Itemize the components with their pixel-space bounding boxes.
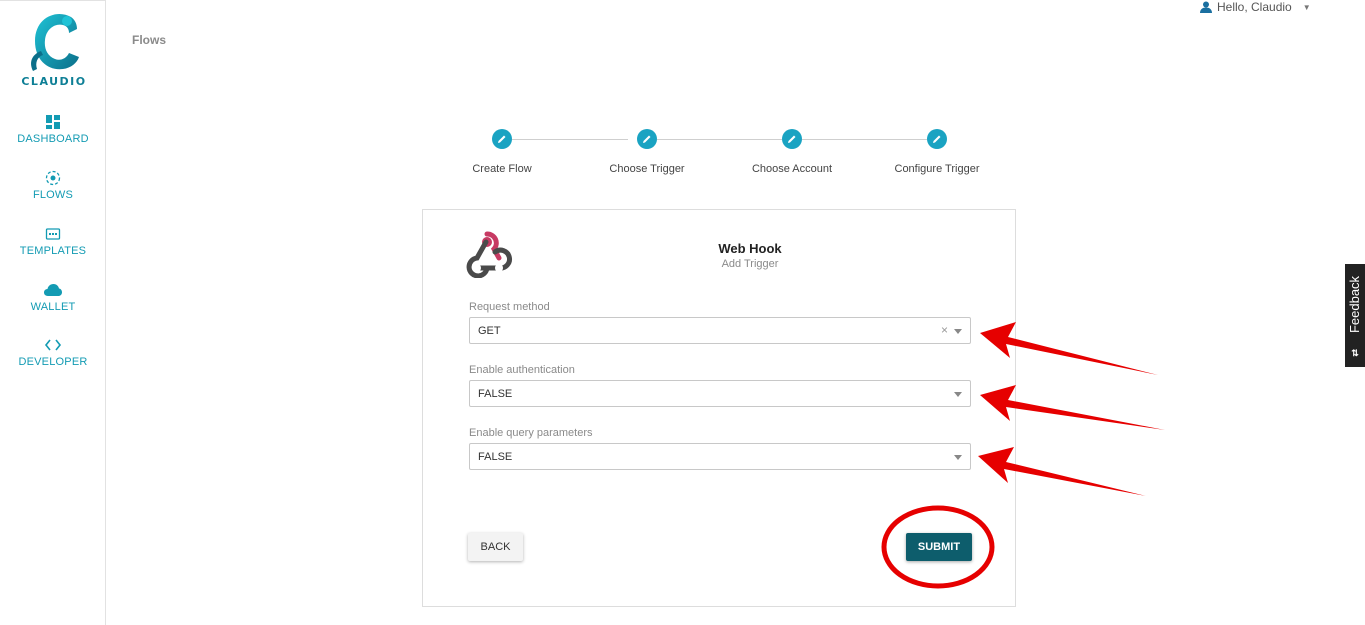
breadcrumb[interactable]: Flows	[132, 33, 166, 47]
card-title: Web Hook	[718, 241, 782, 256]
sidebar-item-flows[interactable]: FLOWS	[0, 169, 106, 201]
card-subtitle: Add Trigger	[721, 258, 779, 270]
sidebar-item-label: DEVELOPER	[18, 356, 88, 368]
clear-icon[interactable]: ×	[941, 323, 948, 337]
step-3-edit-icon[interactable]	[782, 129, 802, 149]
enable-query-parameters-select[interactable]: FALSE	[469, 443, 971, 470]
enable-authentication-select[interactable]: FALSE	[469, 380, 971, 407]
enable-authentication-label: Enable authentication	[469, 364, 575, 376]
step-label-configure-trigger: Configure Trigger	[894, 163, 980, 175]
feedback-label: Feedback	[1347, 275, 1363, 333]
claudio-logo-icon	[31, 14, 79, 71]
sidebar-item-label: DASHBOARD	[17, 133, 89, 145]
sidebar-item-label: TEMPLATES	[19, 245, 87, 257]
cloud-icon	[44, 284, 62, 296]
claudio-logo[interactable]: CLAUDIO	[14, 11, 94, 95]
step-4-edit-icon[interactable]	[927, 129, 947, 149]
trigger-config-card: Web Hook Add Trigger Request method GET …	[422, 209, 1016, 607]
sidebar-item-developer[interactable]: DEVELOPER	[0, 336, 106, 368]
user-greeting: Hello, Claudio	[1217, 0, 1292, 14]
chevron-down-icon: ▼	[1302, 2, 1311, 12]
enable-query-parameters-label: Enable query parameters	[469, 427, 593, 439]
webhook-icon	[466, 231, 512, 278]
step-label-create-flow: Create Flow	[472, 163, 532, 175]
enable-authentication-value: FALSE	[478, 388, 513, 400]
chevron-down-icon[interactable]	[954, 329, 962, 334]
templates-icon	[45, 228, 61, 240]
sidebar-item-label: FLOWS	[32, 189, 74, 201]
step-connector	[802, 139, 927, 140]
chevron-down-icon[interactable]	[954, 392, 962, 397]
step-connector	[512, 139, 628, 140]
feedback-tab[interactable]: Feedback ⇅	[1345, 264, 1365, 367]
submit-button[interactable]: SUBMIT	[906, 533, 972, 561]
step-1-edit-icon[interactable]	[492, 129, 512, 149]
step-2-edit-icon[interactable]	[637, 129, 657, 149]
sidebar-item-wallet[interactable]: WALLET	[0, 281, 106, 313]
code-icon	[44, 339, 62, 351]
sidebar-item-dashboard[interactable]: DASHBOARD	[0, 113, 106, 145]
sidebar-item-templates[interactable]: TEMPLATES	[0, 225, 106, 257]
user-menu[interactable]: Hello, Claudio ▼	[1200, 0, 1311, 14]
back-button[interactable]: BACK	[468, 533, 523, 561]
step-connector	[657, 139, 782, 140]
sidebar: CLAUDIO DASHBOARD FLOWS TEMPLATES WALLET…	[0, 0, 106, 625]
request-method-value: GET	[478, 325, 501, 337]
dashboard-icon	[46, 115, 60, 129]
step-label-choose-trigger: Choose Trigger	[609, 163, 685, 175]
step-label-choose-account: Choose Account	[751, 163, 833, 175]
user-icon	[1200, 1, 1212, 13]
request-method-select[interactable]: GET ×	[469, 317, 971, 344]
chevron-down-icon[interactable]	[954, 455, 962, 460]
brand-name: CLAUDIO	[21, 75, 87, 88]
flows-icon	[45, 170, 61, 186]
request-method-label: Request method	[469, 301, 550, 313]
feedback-sort-icon: ⇅	[1351, 348, 1359, 358]
enable-query-parameters-value: FALSE	[478, 451, 513, 463]
sidebar-item-label: WALLET	[30, 301, 76, 313]
